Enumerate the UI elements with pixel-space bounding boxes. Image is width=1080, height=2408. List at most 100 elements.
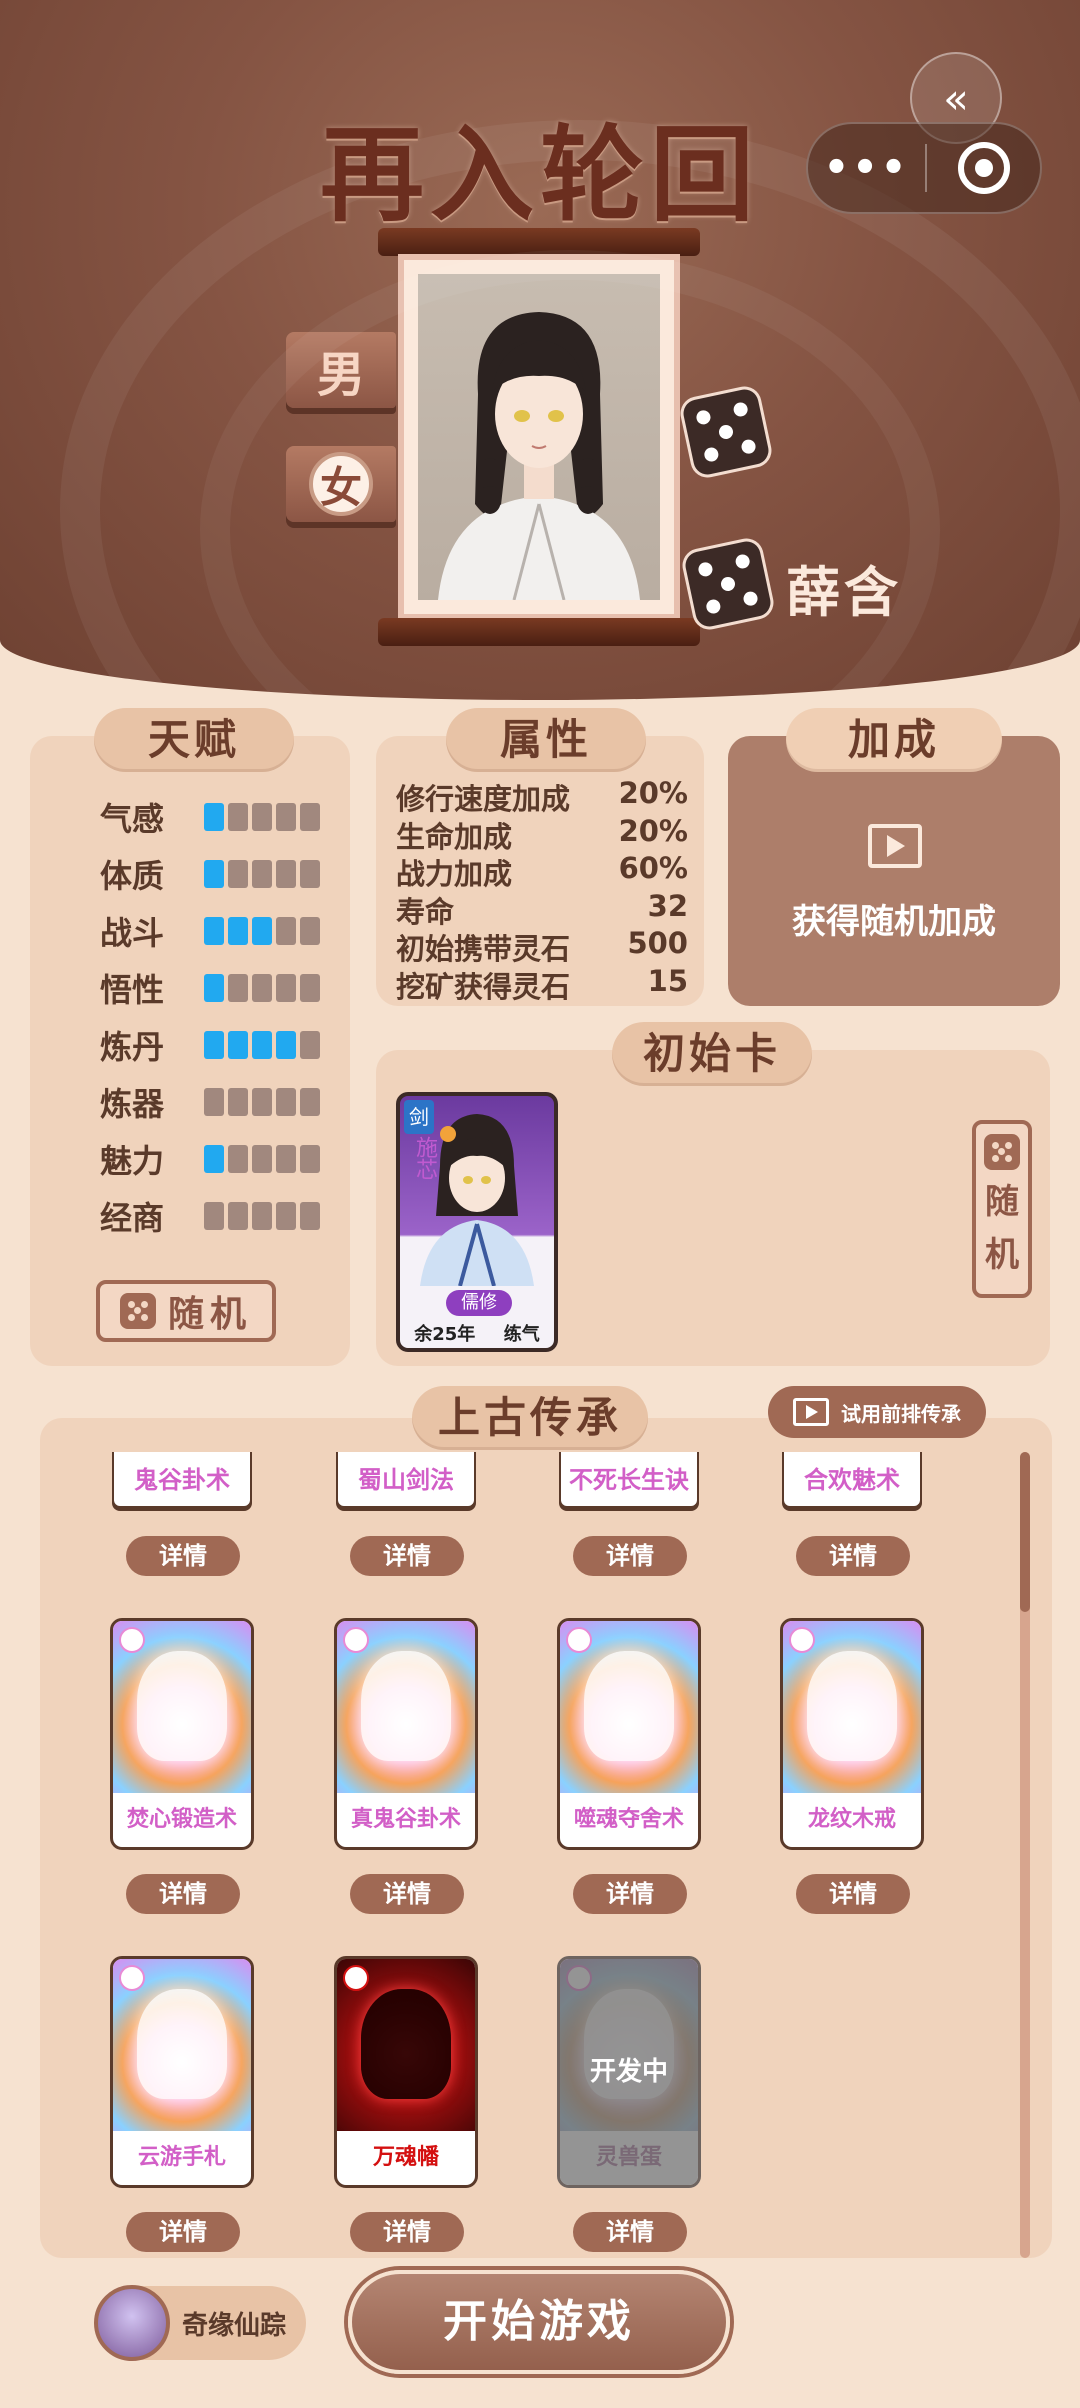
talent-random-label: 随机	[167, 1294, 252, 1335]
talent-level-segment	[204, 803, 224, 831]
element-badge-icon	[343, 1965, 369, 1991]
detail-button[interactable]: 详情	[350, 2212, 464, 2252]
talent-title: 天赋	[94, 708, 294, 772]
gender-male-tab[interactable]: 男	[286, 332, 396, 408]
detail-button[interactable]: 详情	[350, 1874, 464, 1914]
dice-icon	[119, 1293, 156, 1329]
talent-level-segment	[228, 974, 248, 1002]
detail-button[interactable]: 详情	[796, 1536, 910, 1576]
card-portrait	[420, 1114, 534, 1286]
attribute-row: 初始携带灵石 500	[396, 926, 688, 968]
heritage-card-name: 真鬼谷卦术	[350, 1807, 461, 1832]
talent-level-segment	[252, 1031, 272, 1059]
talent-level-segment	[252, 1202, 272, 1230]
heritage-skill-label[interactable]: 不死长生诀	[559, 1452, 699, 1508]
detail-button[interactable]: 详情	[573, 1536, 687, 1576]
talent-level-segment	[276, 1031, 296, 1059]
heritage-card[interactable]: 噬魂夺舍术	[557, 1618, 701, 1850]
talent-level-segment	[300, 803, 320, 831]
card-random-label-2: 机	[985, 1235, 1019, 1275]
talent-level-segment	[276, 1088, 296, 1116]
attribute-label: 生命加成	[396, 819, 513, 854]
card-footer: 余25年 练气	[400, 1320, 554, 1346]
more-menu-button[interactable]: •••	[808, 122, 925, 214]
talent-level-segment	[228, 917, 248, 945]
heritage-skill-label[interactable]: 合欢魅术	[782, 1452, 922, 1508]
element-badge-icon	[789, 1627, 815, 1653]
detail-button[interactable]: 详情	[573, 2212, 687, 2252]
attribute-label: 修行速度加成	[396, 782, 571, 816]
heritage-card[interactable]: 万魂幡	[334, 1956, 478, 2188]
qiyuan-avatar	[94, 2285, 170, 2361]
talent-row: 炼器	[100, 1079, 320, 1125]
heritage-panel: 鬼谷卦术 详情 蜀山剑法 详情 不死长生诀 详情 合欢魅术 详情 焚心锻造术 详情 真鬼谷卦术 详情噬…	[40, 1418, 1052, 2258]
randomize-name-dice-icon[interactable]	[682, 538, 774, 630]
heritage-scrollbar[interactable]	[1020, 1452, 1030, 2258]
heritage-emblem-icon	[361, 1989, 451, 2099]
talent-level-segment	[252, 917, 272, 945]
get-random-bonus-label: 获得随机加成	[792, 902, 996, 942]
talent-level-bar	[204, 860, 320, 888]
attribute-row: 寿命 32	[396, 889, 688, 931]
heritage-card[interactable]: 真鬼谷卦术	[334, 1618, 478, 1850]
talent-label: 炼器	[100, 1085, 165, 1123]
talent-level-segment	[276, 1202, 296, 1230]
talent-level-bar	[204, 917, 320, 945]
attribute-row: 生命加成 20%	[396, 814, 688, 856]
heritage-emblem-icon	[137, 1651, 227, 1761]
talent-row: 经商	[100, 1193, 320, 1239]
heritage-card-name: 龙纹木戒	[807, 1807, 896, 1832]
heritage-card[interactable]: 灵兽蛋开发中	[557, 1956, 701, 2188]
talent-level-segment	[300, 1031, 320, 1059]
heritage-card-name: 万魂幡	[372, 2145, 439, 2170]
attribute-label: 挖矿获得灵石	[396, 969, 571, 1004]
talent-level-segment	[252, 803, 272, 831]
character-portrait-frame	[398, 254, 680, 620]
video-ad-icon	[793, 1398, 829, 1426]
talent-level-segment	[228, 803, 248, 831]
talent-random-button[interactable]: 随机	[96, 1280, 276, 1342]
gender-male-label: 男	[316, 347, 365, 403]
qiyuan-button[interactable]: 奇缘仙踪	[94, 2285, 306, 2361]
start-character-card[interactable]: 剑 施芯 儒修 余25年 练气	[396, 1092, 558, 1352]
detail-button[interactable]: 详情	[573, 1874, 687, 1914]
heritage-card[interactable]: 龙纹木戒	[780, 1618, 924, 1850]
attribute-panel: 属性 修行速度加成 20% 生命加成 20% 战力加成 60% 寿命 32 初始携带灵石 500 挖…	[376, 708, 704, 1006]
card-random-button[interactable]: 随 机	[972, 1120, 1032, 1298]
talent-level-segment	[228, 1202, 248, 1230]
detail-button[interactable]: 详情	[126, 2212, 240, 2252]
card-random-label-1: 随	[985, 1182, 1019, 1222]
randomize-appearance-dice-icon[interactable]	[680, 386, 772, 478]
talent-level-segment	[204, 1088, 224, 1116]
talent-row: 炼丹	[100, 1022, 320, 1068]
attribute-value: 20%	[618, 776, 688, 810]
detail-button[interactable]: 详情	[796, 1874, 910, 1914]
element-badge-icon	[566, 1627, 592, 1653]
talent-level-segment	[276, 860, 296, 888]
start-game-button[interactable]: 开始游戏	[348, 2270, 730, 2374]
try-heritage-button[interactable]: 试用前排传承	[768, 1386, 986, 1438]
start-card-panel: 初始卡 剑 施芯 儒修 余25年 练气 随 机	[376, 1022, 1050, 1366]
heritage-card[interactable]: 焚心锻造术	[110, 1618, 254, 1850]
detail-button[interactable]: 详情	[126, 1874, 240, 1914]
heritage-title: 上古传承	[412, 1386, 648, 1450]
talent-label: 悟性	[100, 971, 165, 1009]
heritage-skill-label[interactable]: 鬼谷卦术	[112, 1452, 252, 1508]
talent-label: 魅力	[100, 1142, 165, 1180]
detail-button[interactable]: 详情	[126, 1536, 240, 1576]
talent-level-segment	[300, 1202, 320, 1230]
talent-row: 魅力	[100, 1136, 320, 1182]
element-badge-icon	[119, 1965, 145, 1991]
heritage-card[interactable]: 云游手札	[110, 1956, 254, 2188]
bonus-panel[interactable]: 加成 获得随机加成	[728, 708, 1060, 1006]
gender-female-tab[interactable]: 女	[286, 446, 396, 522]
talent-level-segment	[252, 860, 272, 888]
attribute-row: 挖矿获得灵石 15	[396, 964, 688, 1006]
talent-label: 气感	[100, 800, 165, 838]
talent-level-bar	[204, 1031, 320, 1059]
heritage-skill-label[interactable]: 蜀山剑法	[336, 1452, 476, 1508]
close-button[interactable]	[927, 142, 1040, 194]
attribute-value: 60%	[618, 851, 688, 885]
talent-level-segment	[300, 974, 320, 1002]
detail-button[interactable]: 详情	[350, 1536, 464, 1576]
